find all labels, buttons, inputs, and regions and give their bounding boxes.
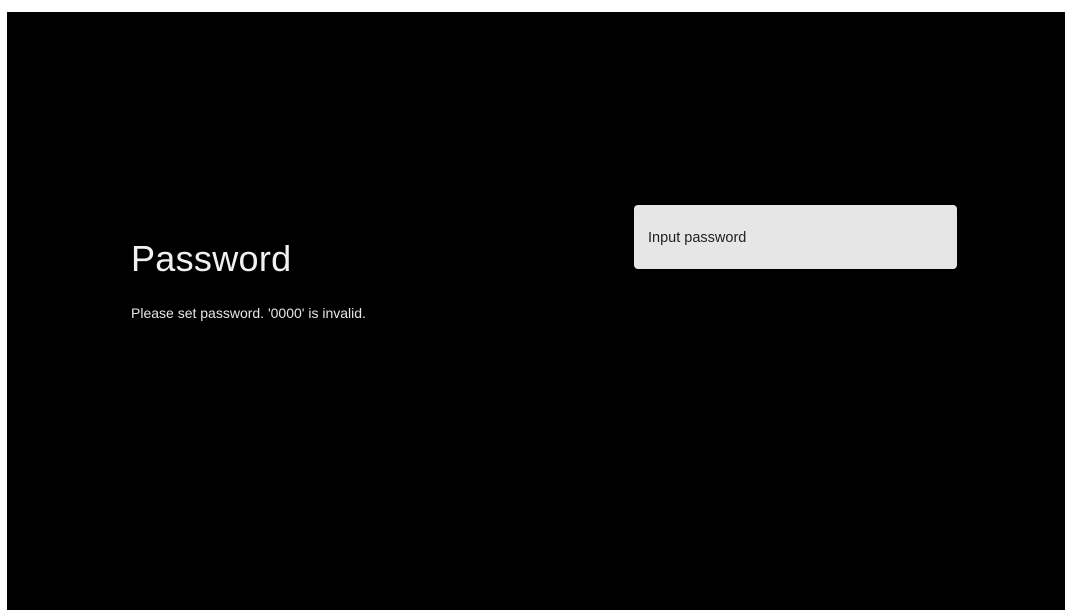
page-title: Password — [131, 238, 292, 279]
input-password-label: Input password — [648, 230, 747, 246]
page-description: Please set password. '0000' is invalid. — [131, 305, 366, 321]
header-panel: Password Please set password. '0000' is … — [131, 234, 551, 323]
tv-settings-screen: Password Please set password. '0000' is … — [7, 12, 1065, 610]
input-password-button[interactable]: Input password — [634, 205, 957, 269]
